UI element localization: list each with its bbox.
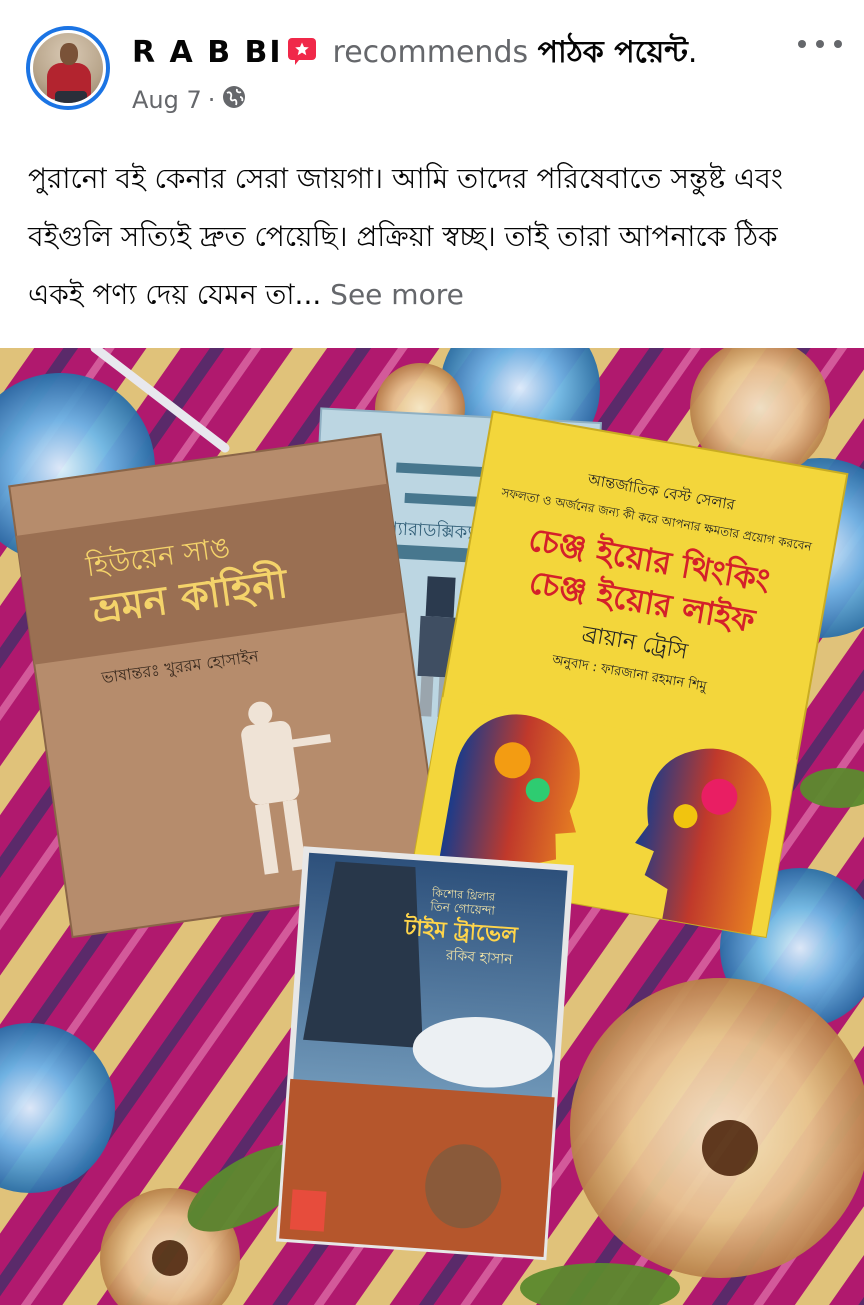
more-options-icon[interactable] [798,30,842,58]
post-meta: Aug 7 · [132,84,247,116]
recommends-text: recommends [332,35,529,70]
post-text: পুরানো বই কেনার সেরা জায়গা। আমি তাদের প… [28,150,838,324]
post-header: R A B BI recommends পাঠক পয়েন্ট. Aug 7 · [0,0,864,130]
meta-separator: · [207,86,216,114]
page-name-link[interactable]: পাঠক পয়েন্ট [538,35,688,70]
author-name[interactable]: R A B BI [132,35,283,70]
title-period: . [687,35,698,70]
see-more-link[interactable]: See more [330,278,464,311]
recommend-badge-icon [287,37,317,65]
globe-icon[interactable] [221,84,247,116]
post-title: R A B BI recommends পাঠক পয়েন্ট. [132,28,697,79]
avatar-photo [33,33,103,103]
post-photo[interactable]: প্যারাডক্সিক্যাল সাজিদ হিউয়েন সাঙ ভ্রমন… [0,348,864,1305]
post-date[interactable]: Aug 7 [132,86,202,114]
book-time-travel: কিশোর থ্রিলার তিন গোয়েন্দা টাইম ট্রাভেল… [275,846,574,1261]
avatar[interactable] [26,26,110,110]
